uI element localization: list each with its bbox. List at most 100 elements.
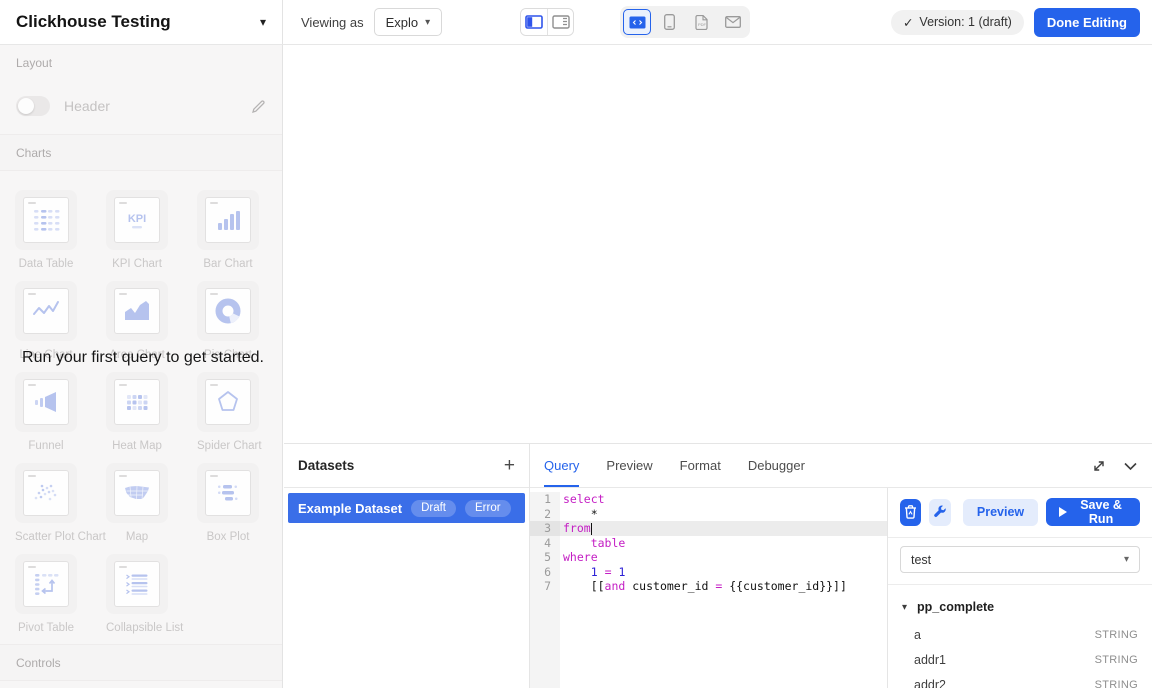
play-icon [1059,507,1067,517]
done-editing-button[interactable]: Done Editing [1034,8,1140,37]
title-dropdown-caret-icon[interactable]: ▾ [260,15,266,29]
preview-mode-group: PDF [620,6,750,38]
code-line-3[interactable]: 3from [530,521,887,536]
check-icon: ✓ [903,15,913,30]
datasets-column: Datasets + Example DatasetDraftError [284,444,530,688]
viewer-value: Explo [386,15,419,30]
schema-column-row[interactable]: aSTRING [888,622,1152,647]
save-run-button[interactable]: Save & Run [1046,498,1140,526]
collapsible-list-icon [122,569,152,599]
dashboard-canvas[interactable] [284,45,1152,443]
svg-text:KPI: KPI [128,213,146,225]
section-header-controls: Controls [0,644,282,681]
pencil-icon[interactable] [251,99,266,114]
chart-option-data-table[interactable]: Data Table [15,190,77,270]
chart-option-label: Map [106,531,168,543]
format-settings-button[interactable] [929,499,950,526]
viewer-dropdown[interactable]: Explo ▾ [374,8,443,36]
header-toggle[interactable] [16,96,50,116]
code-line-6[interactable]: 6 1 = 1 [530,565,887,580]
code-line-2[interactable]: 2 * [530,507,887,522]
query-editor-panel: Datasets + Example DatasetDraftError Que… [284,443,1152,688]
chart-option-label: Box Plot [197,531,259,543]
svg-text:PDF: PDF [698,22,707,27]
tab-format[interactable]: Format [680,444,721,487]
table-selector[interactable]: test ▾ [900,546,1140,573]
line-number: 2 [530,507,560,522]
box-plot-icon [213,478,243,508]
chart-option-heat-map[interactable]: Heat Map [106,372,168,452]
dataset-item[interactable]: Example DatasetDraftError [288,493,525,523]
line-number: 3 [530,521,560,536]
topbar-right: ✓ Version: 1 (draft) Done Editing [891,8,1152,37]
left-panel-toggle[interactable] [521,9,547,35]
line-number: 7 [530,579,560,594]
version-badge[interactable]: ✓ Version: 1 (draft) [891,10,1024,35]
collapse-panel-icon[interactable] [1123,461,1138,471]
wrench-icon [933,505,947,519]
dataset-badge-error: Error [465,500,511,517]
sql-editor[interactable]: 1select2 *3from4 table5where6 1 = 17 [[a… [530,488,888,688]
trash-icon [904,505,917,519]
add-dataset-button[interactable]: + [504,456,515,475]
editor-region: Query Preview Format Debugger 1select2 [530,444,1152,688]
spider-chart-icon [213,387,243,417]
column-name: addr2 [914,678,946,688]
header-toggle-label: Header [64,98,110,114]
right-panel-icon [552,15,570,29]
data-table-icon [31,205,61,235]
chart-option-scatter-plot-chart[interactable]: Scatter Plot Chart [15,463,77,543]
chart-option-map[interactable]: Map [106,463,168,543]
area-chart-icon [122,296,152,326]
chart-option-kpi-chart[interactable]: KPIKPI Chart [106,190,168,270]
schema-table-toggle[interactable]: ▾ pp_complete [888,591,1152,622]
line-number: 1 [530,492,560,507]
dashboard-title-area[interactable]: Clickhouse Testing ▾ [0,0,283,44]
charts-grid: Data TableKPIKPI ChartBar ChartLine Char… [0,171,282,644]
bar-chart-icon [213,205,243,235]
delete-dataset-button[interactable] [900,499,921,526]
schema-list: ▾ pp_complete aSTRINGaddr1STRINGaddr2STR… [888,585,1152,688]
code-line-1[interactable]: 1select [530,492,887,507]
mobile-preview-button[interactable] [655,9,683,35]
chart-option-bar-chart[interactable]: Bar Chart [197,190,259,270]
tabstrip-icons [1092,444,1138,487]
dataset-badge-draft: Draft [411,500,456,517]
email-preview-button[interactable] [719,9,747,35]
tab-query[interactable]: Query [544,444,579,487]
chevron-down-icon: ▾ [1124,554,1129,565]
scatter-plot-icon [31,478,61,508]
chart-option-pivot-table[interactable]: Pivot Table [15,554,77,634]
code-line-4[interactable]: 4 table [530,536,887,551]
viewing-as-group: Viewing as Explo ▾ [301,8,442,36]
expand-panel-icon[interactable] [1092,459,1106,473]
code-text: select [560,492,887,507]
chart-option-label: Spider Chart [197,440,259,452]
chart-option-label: Collapsible List [106,622,168,634]
code-text: 1 = 1 [560,565,887,580]
datasets-title: Datasets [298,458,354,473]
tab-debugger[interactable]: Debugger [748,444,805,487]
empty-state-message: Run your first query to get started. [18,348,268,367]
schema-column-row[interactable]: addr2STRING [888,672,1152,688]
pdf-preview-button[interactable]: PDF [687,9,715,35]
code-line-5[interactable]: 5where [530,550,887,565]
chart-option-box-plot[interactable]: Box Plot [197,463,259,543]
header-toggle-row: Header [0,80,282,134]
schema-column: Preview Save & Run test ▾ ▾ pp_com [888,488,1152,688]
mobile-phone-icon [664,14,675,30]
chart-option-spider-chart[interactable]: Spider Chart [197,372,259,452]
tab-preview[interactable]: Preview [606,444,652,487]
table-select-row: test ▾ [888,538,1152,585]
preview-query-button[interactable]: Preview [963,499,1038,526]
page-title: Clickhouse Testing [16,12,171,32]
column-name: a [914,628,921,642]
chart-option-label: Pivot Table [15,622,77,634]
chart-option-collapsible-list[interactable]: Collapsible List [106,554,168,634]
viewing-as-label: Viewing as [301,15,364,30]
embed-preview-button[interactable] [623,9,651,35]
chart-option-funnel[interactable]: Funnel [15,372,77,452]
schema-column-row[interactable]: addr1STRING [888,647,1152,672]
right-panel-toggle[interactable] [547,9,573,35]
code-line-7[interactable]: 7 [[and customer_id = {{customer_id}}]] [530,579,887,594]
